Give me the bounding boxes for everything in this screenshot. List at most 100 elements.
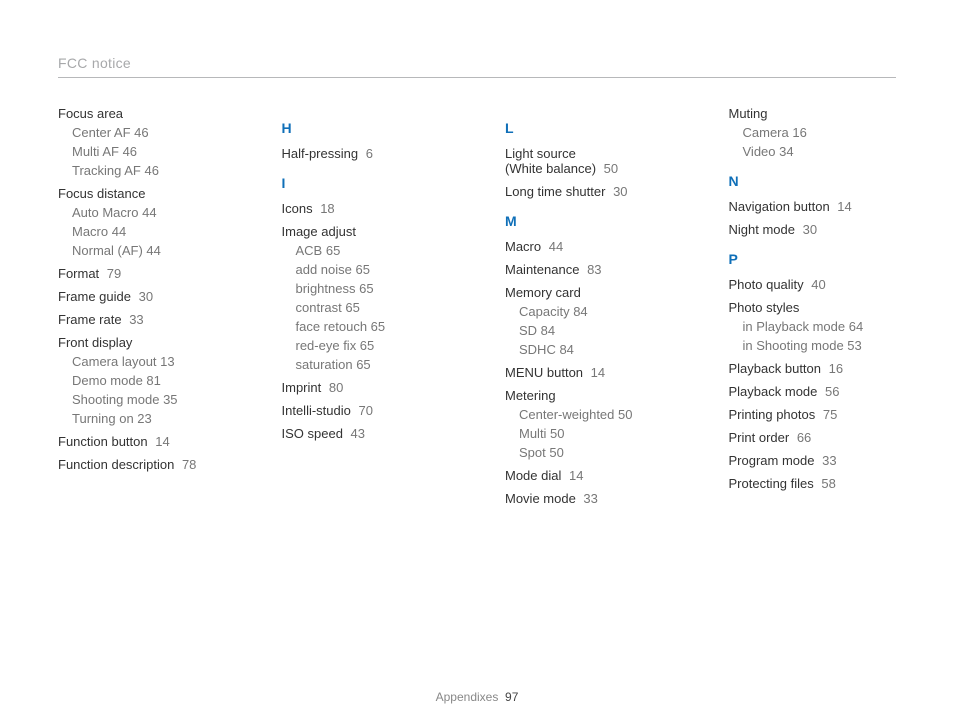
index-entry: Mode dial 14: [505, 468, 673, 483]
index-entry: Memory card Capacity 84 SD 84 SDHC 84: [505, 285, 673, 357]
index-entry-title: Program mode 33: [729, 453, 897, 468]
index-entry-page: 6: [362, 146, 373, 161]
index-entry: Program mode 33: [729, 453, 897, 468]
index-entry: Light source(White balance) 50: [505, 146, 673, 176]
index-entry: Focus distance Auto Macro 44 Macro 44 Norma…: [58, 186, 226, 258]
index-sub-item: Tracking AF 46: [72, 163, 226, 178]
index-entry-title: Playback mode 56: [729, 384, 897, 399]
index-entry: Format 79: [58, 266, 226, 281]
index-entry-title: Icons 18: [282, 201, 450, 216]
index-sub-item: red-eye fix 65: [296, 338, 450, 353]
index-sub-item: Normal (AF) 44: [72, 243, 226, 258]
index-entry-title: MENU button 14: [505, 365, 673, 380]
index-entry-page: 33: [580, 491, 598, 506]
index-entry: Half-pressing 6: [282, 146, 450, 161]
index-letter: P: [729, 251, 897, 267]
index-entry-title: Navigation button 14: [729, 199, 897, 214]
index-entry-title: Playback button 16: [729, 361, 897, 376]
index-entry-title: Long time shutter 30: [505, 184, 673, 199]
index-entry-page: 83: [583, 262, 601, 277]
index-entry: Icons 18: [282, 201, 450, 216]
index-sub-item: SDHC 84: [519, 342, 673, 357]
index-sub-item: Multi AF 46: [72, 144, 226, 159]
index-letter: L: [505, 120, 673, 136]
index-entry-title: Frame guide 30: [58, 289, 226, 304]
index-entry-title: Half-pressing 6: [282, 146, 450, 161]
index-entry: Navigation button 14: [729, 199, 897, 214]
index-entry-title: Printing photos 75: [729, 407, 897, 422]
index-entry-page: 14: [834, 199, 852, 214]
index-entry-title: Function button 14: [58, 434, 226, 449]
index-sub-item: Camera 16: [743, 125, 897, 140]
index-entry-page: 70: [355, 403, 373, 418]
index-sub-item: Capacity 84: [519, 304, 673, 319]
index-sub-list: ACB 65add noise 65brightness 65contrast …: [296, 243, 450, 372]
index-sub-item: Multi 50: [519, 426, 673, 441]
index-column: Focus area Center AF 46 Multi AF 46 Trackin…: [58, 106, 226, 514]
index-entry: Imprint 80: [282, 380, 450, 395]
index-sub-item: Center-weighted 50: [519, 407, 673, 422]
footer-label: Appendixes: [436, 690, 499, 704]
index-entry-title: Maintenance 83: [505, 262, 673, 277]
index-entry-title: Night mode 30: [729, 222, 897, 237]
index-entry: Metering Center-weighted 50 Multi 50 Spot 5…: [505, 388, 673, 460]
page: FCC notice Focus areaCenter AF 46Multi A…: [0, 0, 954, 720]
index-entry: Protecting files 58: [729, 476, 897, 491]
index-entry: Print order 66: [729, 430, 897, 445]
index-sub-list: in Playback mode 64in Shooting mode 53: [743, 319, 897, 353]
index-sub-item: Turning on 23: [72, 411, 226, 426]
index-letter: H: [282, 120, 450, 136]
index-entry-title: Format 79: [58, 266, 226, 281]
index-sub-item: Camera layout 13: [72, 354, 226, 369]
index-entry-title: Movie mode 33: [505, 491, 673, 506]
index-entry-page: 58: [818, 476, 836, 491]
index-sub-item: brightness 65: [296, 281, 450, 296]
index-entry-page: 33: [126, 312, 144, 327]
index-column: L Light source(White balance) 50 Long time…: [505, 106, 673, 514]
index-entry-title: Print order 66: [729, 430, 897, 445]
index-entry-page: 56: [821, 384, 839, 399]
index-entry-title: Macro 44: [505, 239, 673, 254]
index-entry-title: Focus distance: [58, 186, 226, 201]
index-entry: Long time shutter 30: [505, 184, 673, 199]
index-sub-item: add noise 65: [296, 262, 450, 277]
index-entry-page: 78: [178, 457, 196, 472]
index-sub-item: SD 84: [519, 323, 673, 338]
index-entry: Frame guide 30: [58, 289, 226, 304]
index-entry-title: Memory card: [505, 285, 673, 300]
index-entry-title: Function description 78: [58, 457, 226, 472]
index-sub-item: contrast 65: [296, 300, 450, 315]
index-sub-item: Auto Macro 44: [72, 205, 226, 220]
index-entry-page: 16: [825, 361, 843, 376]
index-entry-page: 75: [819, 407, 837, 422]
index-entry-page: 44: [545, 239, 563, 254]
index-entry: Function description 78: [58, 457, 226, 472]
index-entry: Movie mode 33: [505, 491, 673, 506]
index-entry-page: 30: [799, 222, 817, 237]
index-entry-page: 14: [152, 434, 170, 449]
index-sub-list: Camera 16Video 34: [743, 125, 897, 159]
index-sub-item: Demo mode 81: [72, 373, 226, 388]
index-entry-page: 66: [793, 430, 811, 445]
index-sub-item: Spot 50: [519, 445, 673, 460]
index-sub-list: Capacity 84 SD 84 SDHC 84: [519, 304, 673, 357]
index-entry: Image adjustACB 65add noise 65brightness…: [282, 224, 450, 372]
index-entry: Photo stylesin Playback mode 64in Shooti…: [729, 300, 897, 353]
index-entry: MutingCamera 16Video 34: [729, 106, 897, 159]
index-entry-title: Image adjust: [282, 224, 450, 239]
index-entry: Maintenance 83: [505, 262, 673, 277]
index-sub-item: saturation 65: [296, 357, 450, 372]
index-sub-item: Macro 44: [72, 224, 226, 239]
index-entry-title: Focus area: [58, 106, 226, 121]
index-entry: MENU button 14: [505, 365, 673, 380]
index-entry: Intelli-studio 70: [282, 403, 450, 418]
index-entry-title: Intelli-studio 70: [282, 403, 450, 418]
index-entry-title: Light source(White balance) 50: [505, 146, 673, 176]
index-entry-title: Metering: [505, 388, 673, 403]
index-entry-page: 30: [135, 289, 153, 304]
index-sub-list: Auto Macro 44 Macro 44 Normal (AF) 44: [72, 205, 226, 258]
index-sub-list: Camera layout 13Demo mode 81Shooting mod…: [72, 354, 226, 426]
index-sub-item: Center AF 46: [72, 125, 226, 140]
index-column: HHalf-pressing 6IIcons 18Image adjustACB…: [282, 106, 450, 514]
index-sub-list: Center-weighted 50 Multi 50 Spot 50: [519, 407, 673, 460]
